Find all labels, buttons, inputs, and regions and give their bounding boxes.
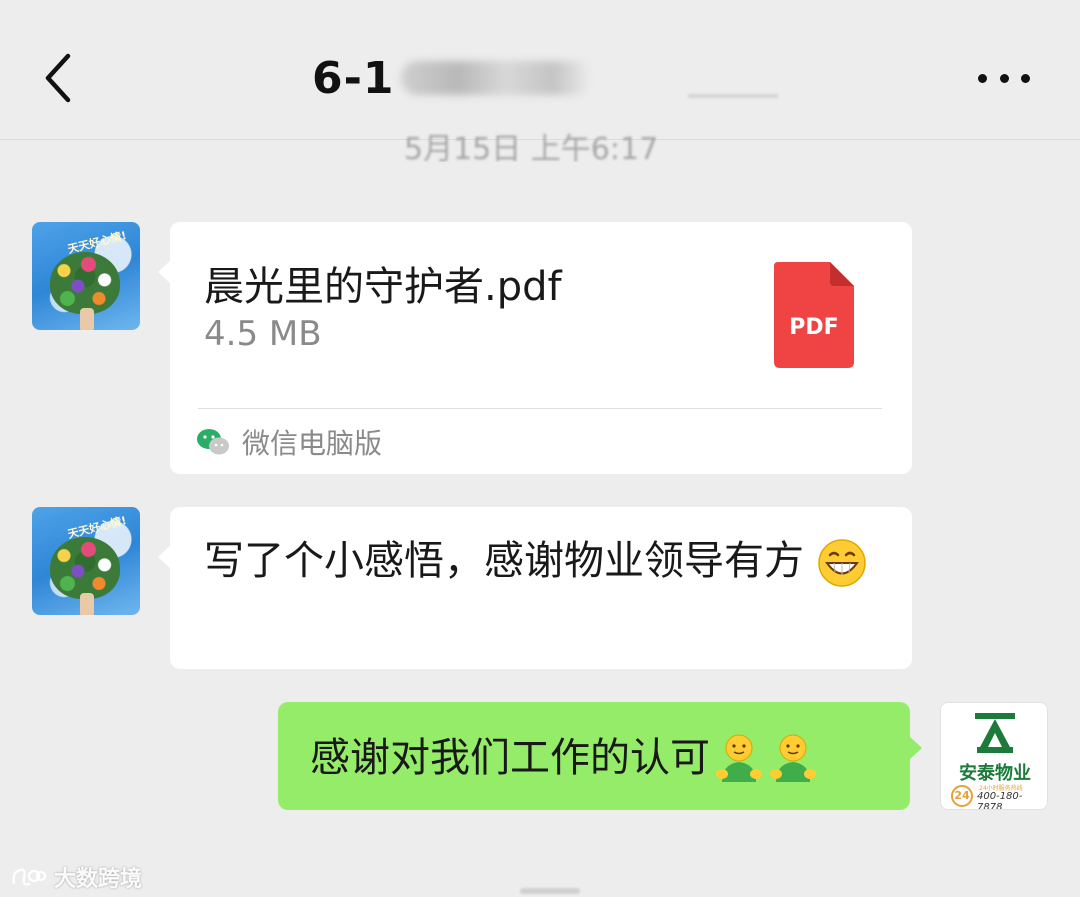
company-name: 安泰物业 bbox=[959, 763, 1031, 784]
text-message-bubble[interactable]: 写了个小感悟，感谢物业领导有方 bbox=[158, 507, 912, 669]
timestamp-row: 5月15日 上午6:17 bbox=[0, 122, 1080, 162]
back-button[interactable] bbox=[36, 48, 86, 108]
pdf-file-icon: PDF bbox=[774, 262, 854, 368]
message-text-wrap: 写了个小感悟，感谢物业领导有方 bbox=[204, 535, 894, 588]
message-timestamp: 5月15日 上午6:17 bbox=[404, 132, 659, 162]
chevron-left-icon bbox=[45, 53, 71, 103]
redacted-title-blur bbox=[400, 61, 591, 95]
self-avatar[interactable]: 安泰物业 24 24小时服务热线 400-180-7878 bbox=[940, 702, 1048, 810]
watermark-logo-icon bbox=[12, 868, 46, 886]
file-size: 4.5 MB bbox=[204, 314, 322, 354]
reply-message-bubble[interactable]: 感谢对我们工作的认可 bbox=[278, 702, 922, 810]
hand-image bbox=[80, 308, 94, 330]
chat-title: 6-1 bbox=[312, 48, 591, 108]
bouquet-image bbox=[50, 252, 120, 314]
message-text: 写了个小感悟，感谢物业领导有方 bbox=[204, 538, 804, 584]
more-dot bbox=[1021, 73, 1030, 83]
sender-avatar[interactable]: 天天好心情! bbox=[32, 222, 140, 330]
reply-text: 感谢对我们工作的认可 bbox=[310, 735, 710, 781]
company-logo-icon bbox=[975, 713, 1015, 753]
redacted-bottom-blur bbox=[520, 888, 580, 894]
file-name: 晨光里的守护者.pdf bbox=[204, 264, 562, 310]
more-dots-icon bbox=[978, 73, 987, 83]
file-source-label: 微信电脑版 bbox=[242, 427, 383, 460]
person-emoji-icon bbox=[716, 734, 762, 782]
sender-avatar[interactable]: 天天好心情! bbox=[32, 507, 140, 615]
company-phone: 400-180-7878 bbox=[977, 791, 1023, 810]
file-divider bbox=[198, 408, 882, 409]
file-source-row: 微信电脑版 bbox=[196, 424, 382, 460]
chat-title-text: 6-1 bbox=[312, 52, 395, 104]
more-options-button[interactable] bbox=[972, 62, 1036, 94]
more-dot bbox=[999, 73, 1009, 83]
watermark-text: 大数跨境 bbox=[54, 867, 143, 892]
watermark: 大数跨境 bbox=[10, 860, 142, 894]
wechat-icon bbox=[197, 429, 229, 455]
service-24h-badge: 24 bbox=[951, 785, 973, 807]
grinning-face-icon bbox=[817, 539, 866, 587]
pdf-icon-label: PDF bbox=[789, 315, 838, 340]
person-emoji-icon bbox=[770, 734, 816, 782]
hand-image bbox=[80, 593, 94, 615]
reply-text-wrap: 感谢对我们工作的认可 bbox=[310, 732, 818, 784]
redacted-title-blur-line bbox=[688, 94, 778, 98]
chat-header: 6-1 bbox=[0, 0, 1080, 140]
bouquet-image bbox=[50, 537, 120, 599]
file-message-bubble[interactable]: 晨光里的守护者.pdf 4.5 MB PDF 微信电脑版 bbox=[158, 222, 912, 474]
